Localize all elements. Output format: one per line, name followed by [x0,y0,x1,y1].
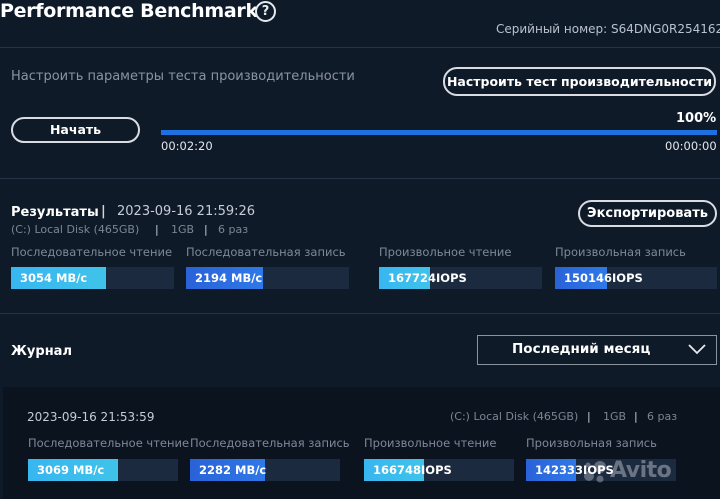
meta-separator: | [204,223,208,236]
results-separator: | [101,204,106,219]
journal-entry-runs: 6 раз [647,410,678,423]
metric-unit: IOPS [436,271,467,285]
meta-separator: | [587,410,591,423]
metric-label: Произвольное чтение [364,436,497,450]
config-label: Настроить параметры теста производительн… [11,69,355,84]
journal-title: Журнал [11,344,72,359]
journal-entry-size: 1GB [603,410,627,423]
meta-separator: | [155,223,159,236]
export-button[interactable]: Экспортировать [578,200,717,227]
metric-value: 166748IOPS [373,463,452,477]
chevron-down-icon [688,344,706,355]
metric-bar: 3054 MB/c [11,267,174,289]
metric-label: Последовательная запись [186,245,346,259]
metric-bar: 2282 MB/c [190,459,340,481]
journal-entry-disk: (C:) Local Disk (465GB) [450,410,579,423]
metric-bar: 167724IOPS [379,267,542,289]
metric-value: 2282 MB/c [199,463,267,477]
progress-percent: 100% [676,111,717,126]
meta-separator: | [634,410,638,423]
metric-label: Произвольное чтение [379,245,512,259]
divider [0,313,720,314]
results-disk: (C:) Local Disk (465GB) [11,223,140,236]
serial-number: Серийный номер: S64DNG0R254162V [496,22,720,36]
progress-fill [161,130,717,135]
metric-value: 2194 MB/c [195,271,263,285]
avito-watermark: Avito [610,458,672,483]
metric-label: Последовательное чтение [28,436,190,450]
journal-entry-date: 2023-09-16 21:53:59 [27,410,155,424]
results-title: Результаты [11,205,99,220]
results-runs: 6 раз [218,223,249,236]
metric-bar: 166748IOPS [364,459,514,481]
elapsed-time: 00:02:20 [161,139,213,153]
results-date: 2023-09-16 21:59:26 [117,204,256,219]
start-button[interactable]: Начать [11,117,140,143]
metric-value: 150146IOPS [564,271,643,285]
page-title: Performance Benchmark [0,0,258,22]
metric-label: Последовательное чтение [11,245,173,259]
metric-bar: 2194 MB/c [186,267,349,289]
metric-bar: 150146IOPS [555,267,717,289]
divider [0,178,720,179]
period-select[interactable]: Последний месяц [477,335,717,365]
configure-test-button[interactable]: Настроить тест производительности [443,67,716,96]
avito-logo-icon [584,461,606,483]
metric-unit: IOPS [421,463,452,477]
metric-label: Последовательная запись [190,436,350,450]
period-select-value: Последний месяц [512,341,651,357]
help-icon[interactable]: ? [255,1,276,22]
remaining-time: 00:00:00 [665,139,717,153]
metric-label: Произвольная запись [526,436,657,450]
metric-unit: IOPS [612,271,643,285]
metric-label: Произвольная запись [555,245,686,259]
metric-value: 3054 MB/c [20,271,88,285]
metric-value: 167724IOPS [388,271,467,285]
results-size: 1GB [171,223,195,236]
metric-value: 3069 MB/c [37,463,105,477]
divider [0,47,720,48]
metric-bar: 3069 MB/c [28,459,178,481]
